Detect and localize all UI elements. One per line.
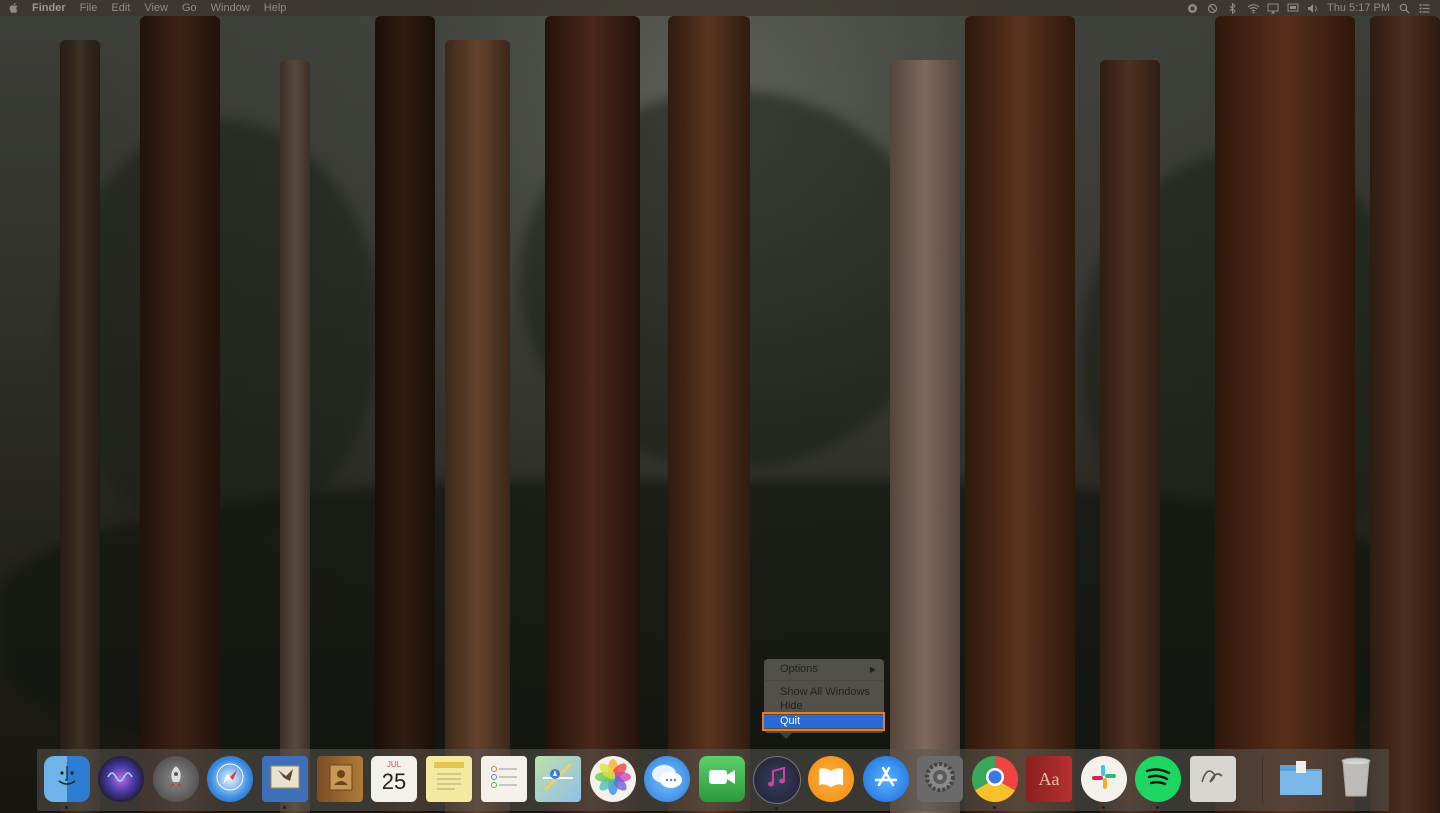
slack-icon [1090, 763, 1118, 795]
dock-item-safari[interactable] [207, 756, 253, 802]
dock-item-finder[interactable] [44, 756, 90, 809]
maps-icon [541, 760, 575, 798]
submenu-arrow-icon: ▶ [869, 665, 876, 674]
wifi-icon[interactable] [1247, 3, 1260, 14]
status-area: Thu 5:17 PM [1187, 0, 1430, 16]
menu-edit[interactable]: Edit [111, 2, 130, 14]
volume-icon[interactable] [1307, 3, 1318, 14]
mail-icon [268, 762, 302, 796]
reminders-icon [487, 760, 521, 798]
dock: JUL 25 Aa [37, 749, 1389, 811]
dock-item-dictionary[interactable]: Aa [1026, 756, 1072, 802]
context-menu-item-label: Options [780, 663, 818, 675]
screen-recording-icon[interactable] [1187, 3, 1198, 14]
running-indicator [775, 807, 778, 810]
chrome-icon [983, 765, 1007, 793]
facetime-icon [706, 765, 738, 793]
launchpad-icon [163, 764, 189, 794]
notes-icon [432, 760, 466, 798]
context-menu-pointer [780, 733, 792, 739]
system-preferences-icon [923, 760, 957, 798]
siri-icon [106, 767, 136, 791]
dock-item-spotify[interactable] [1135, 756, 1181, 809]
running-indicator [1156, 806, 1159, 809]
dock-item-itunes[interactable] [753, 756, 801, 810]
dock-item-siri[interactable] [98, 756, 144, 802]
context-menu-item-label: Show All Windows [780, 686, 870, 698]
dock-item-contacts[interactable] [317, 756, 363, 802]
books-icon [816, 765, 846, 793]
messages-icon [649, 762, 685, 796]
photos-icon [594, 758, 632, 800]
dictionary-icon: Aa [1038, 768, 1060, 789]
dock-item-chrome[interactable] [972, 756, 1018, 809]
menubar-clock[interactable]: Thu 5:17 PM [1327, 2, 1390, 14]
itunes-icon [763, 764, 791, 796]
trash-icon [1338, 755, 1374, 803]
running-indicator [1102, 806, 1105, 809]
safari-icon [215, 762, 245, 796]
desktop-wallpaper [0, 0, 1440, 813]
context-menu-item-show-all-windows[interactable]: Show All Windows [764, 686, 884, 699]
airplay-icon[interactable] [1267, 3, 1279, 14]
downloads-folder-icon [1278, 757, 1324, 801]
dock-item-mail[interactable] [262, 756, 308, 809]
menu-bar: Finder File Edit View Go Window Help Thu… [0, 0, 1440, 16]
calendar-day: 25 [381, 769, 407, 794]
dock-item-messages[interactable] [644, 756, 690, 802]
context-menu-item-label: Hide [780, 700, 803, 712]
calendar-month: JUL [386, 760, 402, 769]
dock-item-notes[interactable] [426, 756, 472, 802]
dock-item-reminders[interactable] [481, 756, 527, 802]
dock-item-app-store[interactable] [863, 756, 909, 802]
menu-go[interactable]: Go [182, 2, 197, 14]
spotlight-icon[interactable] [1399, 3, 1410, 14]
running-indicator [65, 806, 68, 809]
dock-item-trash[interactable] [1333, 756, 1379, 802]
notification-center-icon[interactable] [1419, 3, 1430, 14]
dock-item-photos[interactable] [590, 756, 636, 802]
dock-separator [1262, 757, 1263, 803]
context-menu-item-options[interactable]: Options ▶ [764, 663, 884, 676]
context-menu-separator [764, 680, 884, 681]
dock-item-system-preferences[interactable] [917, 756, 963, 802]
display-icon[interactable] [1287, 3, 1299, 14]
dock-item-launchpad[interactable] [153, 756, 199, 802]
running-indicator [993, 806, 996, 809]
running-indicator [283, 806, 286, 809]
spotify-icon [1144, 766, 1172, 792]
dock-item-script-editor[interactable] [1190, 756, 1236, 802]
menu-file[interactable]: File [80, 2, 98, 14]
apple-menu-icon[interactable] [8, 2, 20, 14]
sync-icon[interactable] [1207, 3, 1218, 14]
menu-view[interactable]: View [144, 2, 168, 14]
dock-item-downloads[interactable] [1278, 756, 1324, 802]
menu-help[interactable]: Help [264, 2, 287, 14]
dock-item-slack[interactable] [1081, 756, 1127, 809]
app-store-icon [871, 762, 901, 796]
dock-item-calendar[interactable]: JUL 25 [371, 756, 417, 802]
active-app-name[interactable]: Finder [32, 2, 66, 14]
bluetooth-icon[interactable] [1227, 1, 1238, 15]
script-editor-icon [1196, 762, 1230, 796]
dock-item-books[interactable] [808, 756, 854, 802]
contacts-icon [325, 762, 355, 796]
menu-window[interactable]: Window [211, 2, 250, 14]
quit-highlight-box [762, 712, 885, 731]
dock-item-facetime[interactable] [699, 756, 745, 802]
dock-item-maps[interactable] [535, 756, 581, 802]
finder-icon [52, 762, 82, 796]
